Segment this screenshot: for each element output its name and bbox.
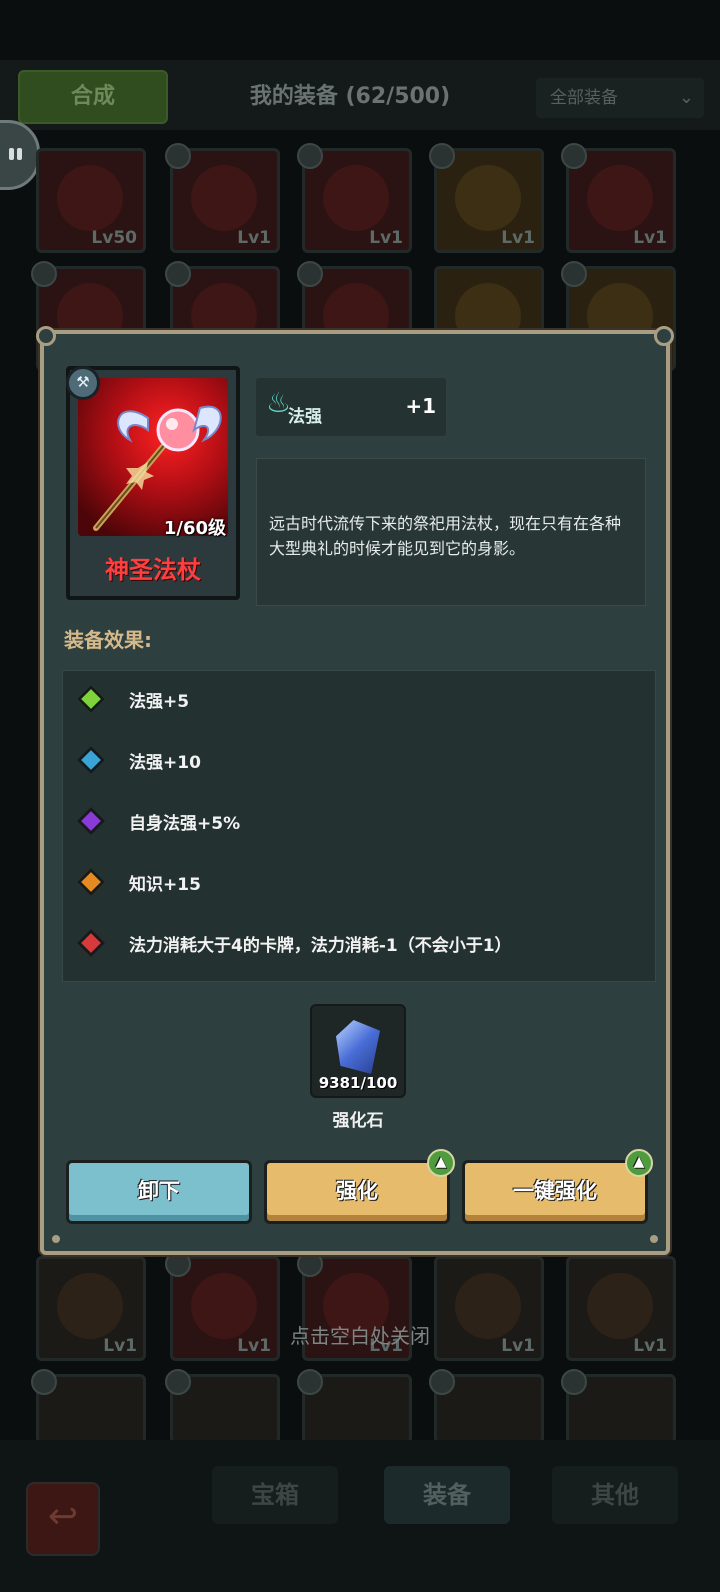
tab-equipment[interactable]: 装备	[384, 1466, 510, 1524]
chevron-down-icon: ⌄	[678, 87, 694, 108]
one-click-enhance-label: 一键强化	[513, 1179, 597, 1203]
effect-text: 法强+10	[129, 753, 201, 773]
one-click-enhance-button[interactable]: 一键强化 ▲	[462, 1149, 653, 1224]
assistant-face-icon	[9, 145, 25, 163]
effect-text: 自身法强+5%	[129, 814, 241, 834]
slot-type-icon	[31, 261, 57, 287]
wrench-icon: ⚒	[66, 366, 100, 400]
orange-gem-icon	[76, 867, 106, 897]
item-name: 神圣法杖	[105, 556, 201, 584]
effects-title: 装备效果:	[64, 628, 152, 652]
slot-type-icon	[429, 1369, 455, 1395]
equipment-slot[interactable]: Lv1	[561, 143, 676, 253]
tab-chest[interactable]: 宝箱	[212, 1466, 338, 1524]
slot-level: Lv1	[633, 228, 667, 248]
slot-type-icon	[165, 143, 191, 169]
material-count: 9381/100	[318, 1074, 398, 1092]
frame-corner-ornament	[36, 326, 56, 346]
effects-list: 法强+5 法强+10 自身法强+5% 知识+15 法力消耗大于4的卡牌，法力消耗…	[62, 670, 656, 982]
stat-label: 法强	[288, 407, 322, 427]
equipment-slot[interactable]: Lv1	[297, 143, 412, 253]
equipment-detail-dialog: ⚒ 1/60级 神圣法杖 ♨ 法强 +1 远古时代流传下来的祭祀用法杖，现在只有…	[36, 326, 674, 1255]
slot-level: Lv1	[501, 228, 535, 248]
arrow-up-icon: ▲	[625, 1149, 653, 1177]
equipment-slot[interactable]	[165, 1369, 280, 1444]
slot-level: Lv50	[91, 228, 137, 248]
slot-type-icon	[297, 1369, 323, 1395]
enhance-label: 强化	[336, 1179, 378, 1203]
equipment-slot[interactable]: Lv1	[429, 143, 544, 253]
equipment-slot[interactable]	[297, 1369, 412, 1444]
equipment-slot[interactable]: Lv50	[36, 148, 146, 253]
equipment-count-title: 我的装备 (62/500)	[249, 84, 451, 109]
item-card: ⚒ 1/60级 神圣法杖	[66, 366, 240, 600]
slot-type-icon	[165, 1369, 191, 1395]
filter-selected-label: 全部装备	[550, 88, 618, 108]
return-arrow-icon[interactable]: ↩	[26, 1482, 100, 1556]
frame-corner-ornament	[654, 326, 674, 346]
crystal-icon	[336, 1020, 380, 1074]
blue-gem-icon	[76, 745, 106, 775]
equipment-slot[interactable]: Lv1	[165, 143, 280, 253]
arrow-up-icon: ▲	[427, 1149, 455, 1177]
slot-type-icon	[561, 261, 587, 287]
equipment-filter-select[interactable]: 全部装备 ⌄	[536, 78, 704, 118]
frame-rivet	[650, 1235, 658, 1243]
slot-level: Lv1	[369, 228, 403, 248]
unequip-label: 卸下	[138, 1179, 180, 1203]
effect-text: 知识+15	[129, 875, 201, 895]
tap-blank-to-close-hint: 点击空白处关闭	[290, 1324, 430, 1348]
stat-value: +1	[405, 394, 436, 418]
frame-rivet	[52, 1235, 60, 1243]
slot-type-icon	[429, 143, 455, 169]
slot-type-icon	[561, 1369, 587, 1395]
equipment-slot[interactable]	[429, 1369, 544, 1444]
synthesize-button[interactable]: 合成	[18, 70, 168, 124]
effect-text: 法力消耗大于4的卡牌，法力消耗-1（不会小于1）	[129, 936, 512, 956]
item-level: 1/60级	[163, 518, 226, 539]
item-description: 远古时代流传下来的祭祀用法杖，现在只有在各种大型典礼的时候才能见到它的身影。	[256, 458, 646, 606]
holy-staff-image	[78, 378, 228, 536]
green-gem-icon	[76, 684, 106, 714]
equipment-slot[interactable]	[31, 1369, 146, 1444]
unequip-button[interactable]: 卸下	[66, 1160, 252, 1224]
main-stat-chip: ♨ 法强 +1	[256, 378, 446, 436]
slot-type-icon	[31, 1369, 57, 1395]
enhance-button[interactable]: 强化 ▲	[264, 1149, 455, 1224]
slot-type-icon	[297, 261, 323, 287]
red-gem-icon	[76, 928, 106, 958]
equipment-slot[interactable]	[561, 1369, 676, 1444]
effect-text: 法强+5	[129, 692, 190, 712]
floating-assistant-button[interactable]	[0, 120, 40, 190]
slot-level: Lv1	[237, 228, 271, 248]
slot-type-icon	[165, 261, 191, 287]
slot-type-icon	[297, 143, 323, 169]
slot-type-icon	[561, 143, 587, 169]
material-name: 强化石	[332, 1111, 384, 1131]
tab-other[interactable]: 其他	[552, 1466, 678, 1524]
enhance-stone-slot[interactable]: 9381/100	[310, 1004, 406, 1098]
purple-gem-icon	[76, 806, 106, 836]
